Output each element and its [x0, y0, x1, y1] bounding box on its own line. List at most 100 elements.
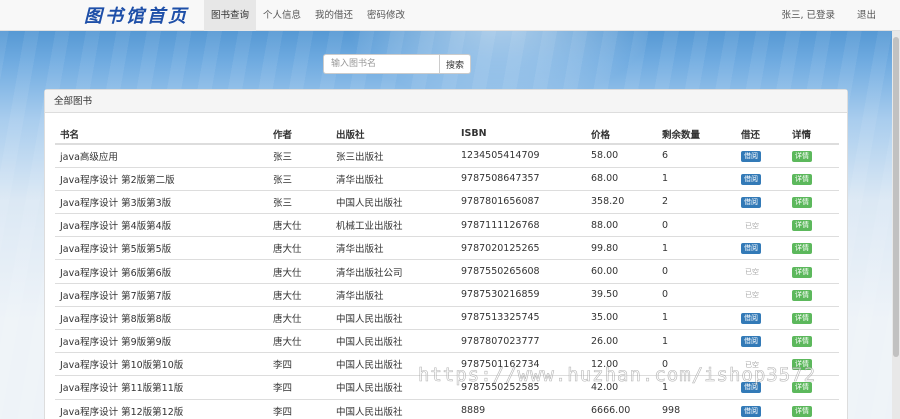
book-author-cell: 李四 — [268, 375, 331, 400]
book-title-cell: java高级应用 — [55, 143, 268, 168]
book-author-cell: 唐大仕 — [268, 259, 331, 284]
book-stock-cell: 0 — [657, 259, 736, 284]
detail-cell: 详情 — [787, 189, 839, 214]
book-stock-cell: 1 — [657, 305, 736, 330]
detail-button[interactable]: 详情 — [792, 220, 812, 232]
book-isbn-cell: 9787111126768 — [456, 213, 586, 237]
book-title-cell: Java程序设计 第3版第3版 — [55, 189, 268, 214]
book-title-cell: Java程序设计 第11版第11版 — [55, 375, 268, 400]
book-isbn-cell: 9787550265608 — [456, 259, 586, 284]
detail-cell: 详情 — [787, 398, 839, 419]
col-header-title: 书名 — [55, 124, 268, 145]
book-publisher-cell: 清华出版社 — [331, 236, 456, 260]
book-price-cell: 88.00 — [586, 213, 657, 237]
detail-cell: 详情 — [787, 282, 839, 307]
book-author-cell: 唐大仕 — [268, 328, 331, 353]
borrow-button[interactable]: 借阅 — [741, 243, 761, 255]
search-bar: 搜索 — [323, 54, 471, 74]
detail-button[interactable]: 详情 — [792, 289, 812, 301]
brand-logo[interactable]: 图书馆首页 — [0, 2, 204, 28]
borrow-button[interactable]: 借阅 — [741, 150, 761, 162]
borrow-cell: 已空 — [736, 259, 787, 284]
book-author-cell: 张三 — [268, 166, 331, 191]
book-price-cell: 58.00 — [586, 143, 657, 168]
book-publisher-cell: 中国人民出版社 — [331, 328, 456, 353]
table-row: Java程序设计 第7版第7版 唐大仕 清华出版社 9787530216859 39.5… — [55, 282, 839, 307]
table-row: Java程序设计 第3版第3版 张三 中国人民出版社 9787801656087 358… — [55, 189, 839, 214]
book-stock-cell: 0 — [657, 213, 736, 237]
table-row: Java程序设计 第5版第5版 唐大仕 清华出版社 9787020125265 99.8… — [55, 236, 839, 260]
nav-item-personal-info[interactable]: 个人信息 — [256, 0, 308, 31]
borrow-cell: 借阅 — [736, 328, 787, 353]
detail-button[interactable]: 详情 — [792, 150, 812, 162]
logout-link[interactable]: 退出 — [847, 0, 900, 31]
unavailable-label: 已空 — [745, 221, 759, 230]
nav-item-book-search[interactable]: 图书查询 — [204, 0, 257, 31]
nav-item-my-borrows[interactable]: 我的借还 — [308, 0, 360, 31]
table-row: java高级应用 张三 张三出版社 1234505414709 58.00 6 借阅 详情 — [55, 143, 839, 168]
detail-button[interactable]: 详情 — [792, 266, 812, 278]
detail-cell: 详情 — [787, 213, 839, 237]
borrow-button[interactable]: 借阅 — [741, 173, 761, 185]
borrow-button[interactable]: 借阅 — [741, 336, 761, 348]
watermark-text: https://www.huzhan.com/ishop3572 — [418, 364, 817, 387]
detail-button[interactable]: 详情 — [792, 243, 812, 255]
detail-button[interactable]: 详情 — [792, 196, 812, 208]
unavailable-label: 已空 — [745, 268, 759, 277]
book-publisher-cell: 清华出版社 — [331, 282, 456, 307]
detail-button[interactable]: 详情 — [792, 312, 812, 324]
col-header-borrow: 借还 — [736, 124, 787, 145]
detail-button[interactable]: 详情 — [792, 173, 812, 185]
page-scrollbar[interactable] — [892, 31, 900, 419]
book-title-cell: Java程序设计 第8版第8版 — [55, 305, 268, 330]
book-title-cell: Java程序设计 第2版第二版 — [55, 166, 268, 191]
borrow-cell: 已空 — [736, 282, 787, 307]
book-stock-cell: 1 — [657, 166, 736, 191]
table-row: Java程序设计 第4版第4版 唐大仕 机械工业出版社 9787111126768 88… — [55, 213, 839, 237]
book-price-cell: 26.00 — [586, 328, 657, 353]
detail-button[interactable]: 详情 — [792, 405, 812, 417]
book-author-cell: 唐大仕 — [268, 305, 331, 330]
table-row: Java程序设计 第9版第9版 唐大仕 中国人民出版社 9787807023777 26… — [55, 328, 839, 353]
borrow-button[interactable]: 借阅 — [741, 196, 761, 208]
book-isbn-cell: 9787508647357 — [456, 166, 586, 191]
table-header-row: 书名 作者 出版社 ISBN 价格 剩余数量 借还 详情 — [55, 124, 839, 145]
borrow-cell: 借阅 — [736, 189, 787, 214]
borrow-button[interactable]: 借阅 — [741, 405, 761, 417]
table-row: Java程序设计 第8版第8版 唐大仕 中国人民出版社 9787513325745 35… — [55, 305, 839, 330]
book-stock-cell: 0 — [657, 282, 736, 307]
book-title-cell: Java程序设计 第7版第7版 — [55, 282, 268, 307]
user-status[interactable]: 张三, 已登录 — [771, 0, 847, 31]
scrollbar-thumb[interactable] — [893, 37, 899, 357]
book-publisher-cell: 中国人民出版社 — [331, 189, 456, 214]
col-header-stock: 剩余数量 — [657, 124, 736, 145]
detail-button[interactable]: 详情 — [792, 336, 812, 348]
detail-cell: 详情 — [787, 259, 839, 284]
borrow-button[interactable]: 借阅 — [741, 312, 761, 324]
book-stock-cell: 1 — [657, 328, 736, 353]
book-price-cell: 99.80 — [586, 236, 657, 260]
table-row: Java程序设计 第12版第12版 李四 中国人民出版社 8889 6666.00 998… — [55, 398, 839, 419]
book-title-cell: Java程序设计 第6版第6版 — [55, 259, 268, 284]
book-price-cell: 68.00 — [586, 166, 657, 191]
search-button[interactable]: 搜索 — [439, 54, 471, 74]
panel-title: 全部图书 — [45, 90, 847, 113]
book-price-cell: 60.00 — [586, 259, 657, 284]
book-isbn-cell: 9787020125265 — [456, 236, 586, 260]
book-publisher-cell: 清华出版社公司 — [331, 259, 456, 284]
detail-cell: 详情 — [787, 328, 839, 353]
book-isbn-cell: 9787530216859 — [456, 282, 586, 307]
borrow-cell: 借阅 — [736, 398, 787, 419]
book-author-cell: 唐大仕 — [268, 213, 331, 237]
borrow-cell: 借阅 — [736, 305, 787, 330]
nav-item-change-password[interactable]: 密码修改 — [360, 0, 412, 31]
book-author-cell: 李四 — [268, 352, 331, 376]
search-input[interactable] — [323, 54, 439, 74]
book-author-cell: 唐大仕 — [268, 282, 331, 307]
detail-cell: 详情 — [787, 166, 839, 191]
book-author-cell: 张三 — [268, 143, 331, 168]
book-title-cell: Java程序设计 第4版第4版 — [55, 213, 268, 237]
book-isbn-cell: 9787801656087 — [456, 189, 586, 214]
book-price-cell: 35.00 — [586, 305, 657, 330]
book-publisher-cell: 机械工业出版社 — [331, 213, 456, 237]
